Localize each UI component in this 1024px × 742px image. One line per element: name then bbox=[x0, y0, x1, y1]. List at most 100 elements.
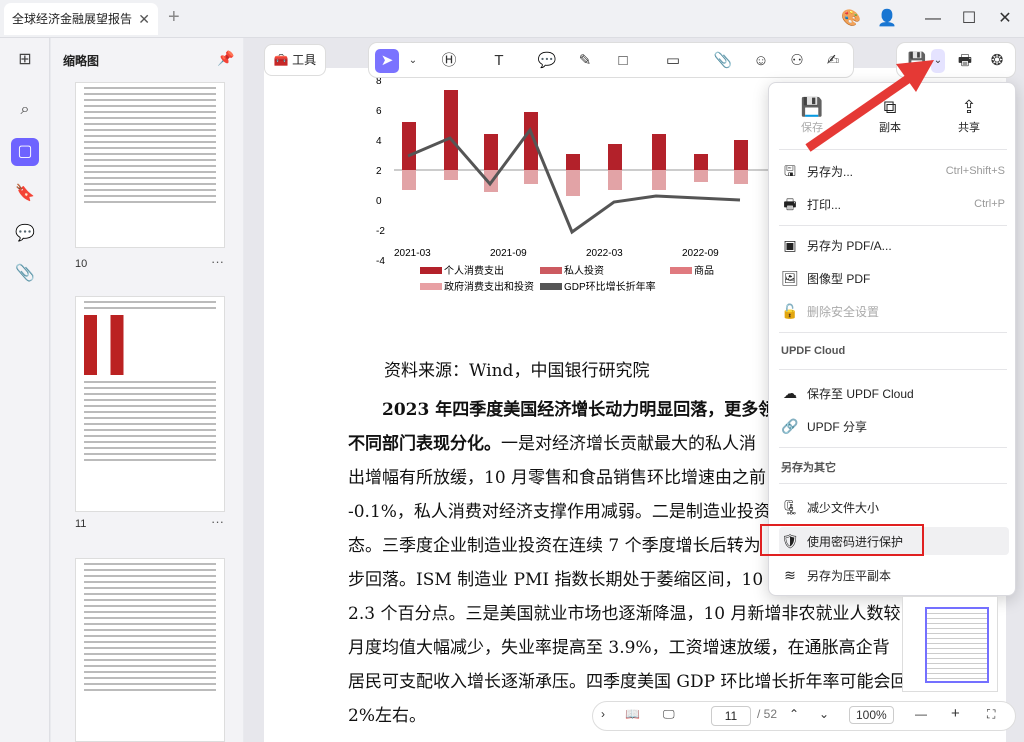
compress-icon: 🗜 bbox=[781, 499, 799, 515]
left-rail: ⊞ ⌕ ▢ 🔖 💬 📎 bbox=[0, 38, 50, 742]
zoom-in-icon[interactable]: + bbox=[951, 705, 960, 722]
print-icon[interactable]: 🖶 bbox=[953, 49, 977, 73]
section-title: 另存为其它 bbox=[781, 462, 836, 474]
legend-label: 私人投资 bbox=[564, 264, 604, 277]
signature-icon[interactable]: ✍ bbox=[821, 49, 845, 73]
save-icon[interactable]: 💾 bbox=[905, 49, 929, 73]
unlock-icon: 🔓 bbox=[781, 303, 799, 319]
save-as-icon: 🖫 bbox=[784, 163, 796, 179]
bar-negative bbox=[734, 170, 748, 184]
reading-mode-icon[interactable]: 📖 bbox=[625, 707, 640, 721]
cloud-icon: ☁ bbox=[783, 385, 797, 401]
highlight-icon[interactable]: Ⓗ bbox=[437, 49, 461, 73]
shortcut: Ctrl+P bbox=[974, 198, 1005, 210]
next-page-icon[interactable]: ⌄ bbox=[819, 707, 829, 721]
search-icon[interactable]: ⌕ bbox=[11, 96, 39, 124]
minimize-icon[interactable]: — bbox=[922, 8, 944, 30]
text-line: 月度均值大幅减少，失业率提高至 3.9%，工资增速放缓，在通胀高企背 bbox=[348, 638, 890, 658]
print-icon: 🖶 bbox=[783, 196, 797, 212]
section-title: UPDF Cloud bbox=[781, 345, 846, 357]
x-tick-label: 2022-09 bbox=[682, 248, 719, 259]
text-line: 2.3 个百分点。三是美国就业市场也逐渐降温，10 月新增非农就业人数较 bbox=[348, 604, 901, 624]
bookmark-icon[interactable]: 🔖 bbox=[11, 180, 39, 208]
pdfa-icon: ▣ bbox=[783, 237, 797, 253]
sticker-icon[interactable]: ☺ bbox=[749, 49, 773, 73]
thumbnails-icon[interactable]: ▢ bbox=[11, 138, 39, 166]
new-tab-icon[interactable]: + bbox=[168, 6, 180, 29]
prev-page-icon[interactable]: ⌃ bbox=[789, 707, 799, 721]
document-tab[interactable]: 全球经济金融展望报告 ✕ bbox=[4, 3, 158, 35]
bar-chart: 86420-2-42021-03 2021-09 2022-03 2022-09个人消… bbox=[376, 76, 774, 293]
page-minimap[interactable] bbox=[902, 596, 998, 692]
image-icon: 🖼 bbox=[781, 270, 799, 286]
zoom-out-icon[interactable]: — bbox=[915, 707, 927, 721]
text-icon[interactable]: T bbox=[487, 49, 511, 73]
maximize-icon[interactable]: ☐ bbox=[958, 8, 980, 30]
page-number-input[interactable]: 11 bbox=[711, 706, 751, 726]
divider bbox=[779, 225, 1007, 226]
chevron-down-icon[interactable]: ⌄ bbox=[401, 49, 425, 73]
account-icon[interactable]: 👤 bbox=[876, 8, 898, 30]
print-item[interactable]: 🖶 打印... Ctrl+P bbox=[779, 190, 1009, 218]
bar-positive bbox=[694, 154, 708, 170]
reduce-size-item[interactable]: 🗜 减少文件大小 bbox=[779, 493, 1009, 521]
updf-share-item[interactable]: 🔗 UPDF 分享 bbox=[779, 412, 1009, 440]
save-pdfa-label: 另存为 PDF/A... bbox=[807, 239, 892, 253]
legend-swatch bbox=[670, 267, 692, 274]
save-pdfa-item[interactable]: ▣ 另存为 PDF/A... bbox=[779, 231, 1009, 259]
save-cloud-item[interactable]: ☁ 保存至 UPDF Cloud bbox=[779, 379, 1009, 407]
more-icon[interactable]: ··· bbox=[211, 254, 224, 269]
copy-button[interactable]: ⧉ 副本 bbox=[855, 95, 925, 135]
text-line: 态。三季度企业制造业投资在连续 7 个季度增长后转为 bbox=[348, 536, 761, 556]
close-window-icon[interactable]: ✕ bbox=[994, 8, 1016, 30]
flatten-label: 另存为压平副本 bbox=[807, 569, 892, 583]
slideshow-icon[interactable]: 🖵 bbox=[663, 707, 675, 722]
page-thumbnail-11[interactable] bbox=[75, 296, 225, 512]
flatten-item[interactable]: ≋ 另存为压平副本 bbox=[779, 561, 1009, 589]
page-thumbnail-10[interactable] bbox=[75, 82, 225, 248]
collapse-icon[interactable]: › bbox=[601, 707, 605, 721]
tools-button[interactable]: 🧰 工具 bbox=[264, 44, 326, 76]
close-tab-icon[interactable]: ✕ bbox=[138, 3, 150, 35]
share-button[interactable]: ⇪ 共享 bbox=[934, 95, 1004, 135]
comment-icon[interactable]: 💬 bbox=[535, 49, 559, 73]
paragraph-heading: 2023 年四季度美国经济增长动力明显回落，更多领 bbox=[382, 400, 776, 420]
text-line: 步回落。ISM 制造业 PMI 指数长期处于萎缩区间，10 月 bbox=[348, 570, 786, 590]
pin-icon[interactable]: 📌 bbox=[217, 50, 234, 67]
comment-icon[interactable]: 💬 bbox=[11, 220, 39, 248]
save-as-item[interactable]: 🖫 另存为... Ctrl+Shift+S bbox=[779, 157, 1009, 185]
page-number-10: 10 bbox=[75, 258, 88, 270]
bar-positive bbox=[652, 134, 666, 170]
divider bbox=[779, 483, 1007, 484]
bar-negative bbox=[402, 170, 416, 190]
fit-page-icon[interactable]: ⛶ bbox=[987, 707, 995, 722]
apps-icon[interactable]: ⊞ bbox=[11, 46, 39, 74]
bar-positive bbox=[608, 144, 622, 170]
zoom-level[interactable]: 100% bbox=[849, 706, 894, 724]
more-icon[interactable]: ··· bbox=[211, 514, 224, 529]
bar-negative bbox=[694, 170, 708, 182]
image-pdf-item[interactable]: 🖼 图像型 PDF bbox=[779, 264, 1009, 292]
attachment-icon[interactable]: 📎 bbox=[711, 49, 735, 73]
legend-swatch bbox=[420, 267, 442, 274]
chevron-down-icon[interactable]: ⌄ bbox=[931, 49, 945, 73]
measure-icon[interactable]: ▭ bbox=[661, 49, 685, 73]
rectangle-icon[interactable]: □ bbox=[611, 49, 635, 73]
save-button[interactable]: 💾 保存 bbox=[777, 95, 847, 135]
print-label: 打印... bbox=[807, 198, 842, 212]
select-icon[interactable]: ➤ bbox=[375, 49, 399, 73]
text-line: 居民可支配收入增长逐渐承压。四季度美国 GDP 环比增长折年率可能会回 bbox=[348, 672, 908, 692]
ai-icon[interactable]: ❂ bbox=[985, 49, 1009, 73]
save-dropdown-menu: 💾 保存 ⧉ 副本 ⇪ 共享 🖫 另存为... Ctrl+Shift+S 🖶 打印... Ct… bbox=[768, 82, 1016, 596]
remove-security-item[interactable]: 🔓 删除安全设置 bbox=[779, 297, 1009, 325]
bar-positive bbox=[734, 140, 748, 170]
page-thumbnail-12[interactable] bbox=[75, 558, 225, 742]
y-tick-label: 0 bbox=[376, 196, 382, 207]
save-as-label: 另存为... bbox=[807, 165, 854, 179]
theme-icon[interactable]: 🎨 bbox=[840, 8, 862, 30]
bar-negative bbox=[652, 170, 666, 190]
pencil-icon[interactable]: ✎ bbox=[573, 49, 597, 73]
attachment-icon[interactable]: 📎 bbox=[11, 260, 39, 288]
stamp-icon[interactable]: ⚇ bbox=[785, 49, 809, 73]
bar-positive bbox=[484, 134, 498, 170]
